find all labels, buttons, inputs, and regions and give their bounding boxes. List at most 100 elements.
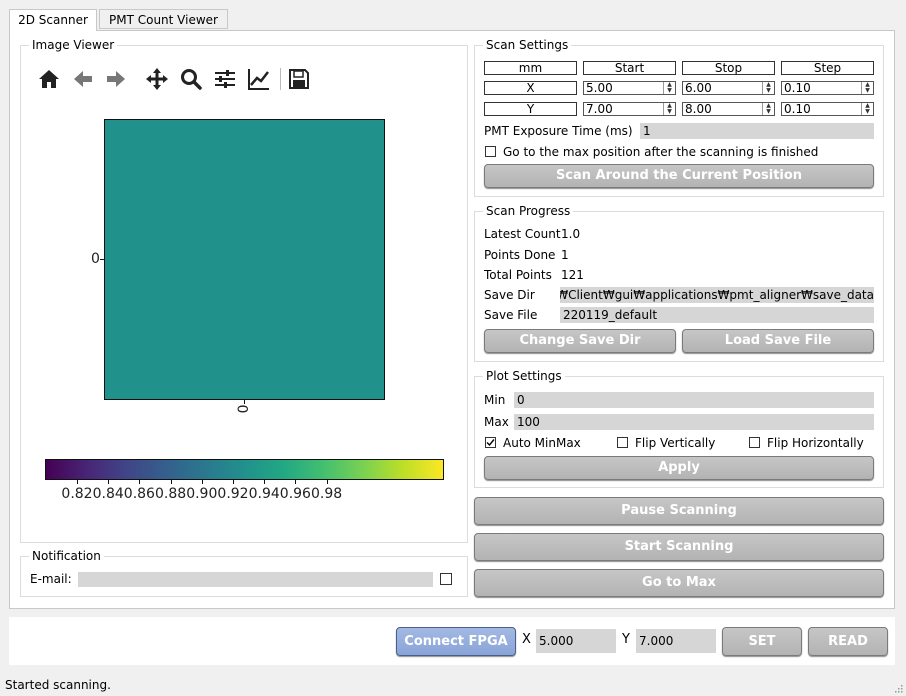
x-start-value: 5.00 [586, 81, 613, 95]
header-mm: mm [484, 61, 577, 75]
y-start-spinbox[interactable]: 7.00 ▲ ▼ [583, 102, 676, 116]
colorbar-tick-label: 0.82 [61, 486, 93, 502]
pan-icon[interactable] [144, 66, 170, 92]
colorbar-tick-label: 0.94 [248, 486, 280, 502]
email-input[interactable] [78, 572, 433, 587]
min-input[interactable]: 0 [514, 392, 874, 408]
x-tick-label: 0 [233, 404, 250, 414]
start-scanning-button[interactable]: Start Scanning [474, 533, 884, 561]
y-start-value: 7.00 [586, 102, 613, 116]
save-dir-value: ver₩Client₩gui₩applications₩pmt_aligner₩… [560, 288, 874, 302]
colorbar-tick-label: 0.84 [92, 486, 124, 502]
edit-axis-icon[interactable] [246, 66, 272, 92]
tab-2d-scanner[interactable]: 2D Scanner [9, 9, 97, 31]
connect-fpga-button[interactable]: Connect FPGA [396, 627, 516, 656]
colorbar-tick-mark [233, 480, 234, 484]
home-icon[interactable] [36, 66, 62, 92]
save-file-label: Save File [484, 308, 538, 322]
save-icon[interactable] [286, 66, 312, 92]
colorbar-tick-mark [264, 480, 266, 484]
x-start-spinbox[interactable]: 5.00 ▲ ▼ [583, 81, 676, 95]
colorbar-tick-mark [326, 480, 328, 484]
y-position-input[interactable]: 7.000 [636, 629, 716, 653]
pause-scanning-button[interactable]: Pause Scanning [474, 497, 884, 525]
y-stop-spinbox[interactable]: 8.00 ▲ ▼ [682, 102, 775, 116]
tab-label: 2D Scanner [18, 13, 88, 27]
checkmark-icon [486, 439, 495, 447]
colorbar-tick-label: 0.90 [186, 486, 218, 502]
points-done-value: 1 [561, 248, 569, 262]
scan-settings-title: Scan Settings [483, 38, 572, 52]
goto-max-label: Go to the max position after the scannin… [503, 145, 819, 159]
y-tick-mark [100, 259, 104, 260]
y-step-value: 0.10 [784, 102, 811, 116]
spin-arrows-icon[interactable]: ▲ ▼ [762, 82, 774, 94]
scan-around-button[interactable]: Scan Around the Current Position [484, 164, 874, 188]
auto-minmax-label: Auto MinMax [503, 436, 581, 450]
x-stop-spinbox[interactable]: 6.00 ▲ ▼ [682, 81, 775, 95]
colorbar [45, 459, 444, 480]
colorbar-tick-mark [77, 480, 78, 484]
read-button[interactable]: READ [808, 627, 888, 656]
plot-settings-title: Plot Settings [483, 369, 565, 383]
colorbar-tick-mark [295, 480, 297, 484]
colorbar-tick-label: 0.96 [279, 486, 311, 502]
colorbar-tick-mark [201, 480, 203, 484]
resize-grip-icon[interactable] [893, 682, 903, 693]
max-input[interactable]: 100 [514, 414, 874, 430]
colorbar-tick-label: 0.92 [217, 486, 249, 502]
configure-subplots-icon[interactable] [212, 66, 238, 92]
colorbar-tick-mark [108, 480, 110, 484]
email-enable-checkbox[interactable] [440, 573, 452, 585]
email-label: E-mail: [30, 572, 72, 586]
colorbar-tick-label: 0.86 [123, 486, 155, 502]
max-label: Max [484, 415, 509, 429]
zoom-icon[interactable] [178, 66, 204, 92]
exposure-input[interactable]: 1 [640, 123, 874, 139]
points-done-label: Points Done [484, 248, 556, 262]
status-text: Started scanning. [5, 678, 111, 692]
y-position-label: Y [622, 632, 630, 647]
spin-arrows-icon[interactable]: ▲ ▼ [861, 82, 873, 94]
x-tick-mark [244, 400, 245, 404]
flip-vertically-checkbox[interactable] [617, 437, 628, 448]
tab-label: PMT Count Viewer [109, 13, 218, 27]
spin-arrows-icon[interactable]: ▲ ▼ [663, 82, 675, 94]
y-step-spinbox[interactable]: 0.10 ▲ ▼ [781, 102, 874, 116]
x-position-label: X [522, 632, 531, 647]
flip-horizontally-checkbox[interactable] [749, 437, 760, 448]
scan-image[interactable] [104, 119, 385, 400]
latest-count-value: 1.0 [561, 227, 581, 241]
y-stop-value: 8.00 [685, 102, 712, 116]
min-label: Min [484, 393, 506, 407]
apply-button[interactable]: Apply [484, 456, 874, 480]
header-stop: Stop [682, 61, 775, 75]
total-points-label: Total Points [484, 268, 552, 282]
forward-arrow-icon[interactable] [103, 66, 129, 92]
save-file-input[interactable]: 220119_default [560, 307, 874, 323]
change-save-dir-button[interactable]: Change Save Dir [484, 329, 676, 353]
x-position-input[interactable]: 5.000 [536, 629, 616, 653]
colorbar-tick-label: 0.98 [311, 486, 343, 502]
latest-count-label: Latest Count [484, 227, 561, 241]
spin-arrows-icon[interactable]: ▲ ▼ [663, 103, 675, 115]
flip-horizontally-label: Flip Horizontally [767, 436, 864, 450]
axis-x-label: X [484, 81, 577, 95]
tab-pmt-count-viewer[interactable]: PMT Count Viewer [99, 9, 228, 29]
goto-max-checkbox[interactable] [485, 146, 496, 157]
spin-arrows-icon[interactable]: ▲ ▼ [861, 103, 873, 115]
auto-minmax-checkbox[interactable] [485, 437, 496, 448]
colorbar-tick-mark [139, 480, 141, 484]
go-to-max-button[interactable]: Go to Max [474, 569, 884, 597]
load-save-file-button[interactable]: Load Save File [682, 329, 874, 353]
back-arrow-icon[interactable] [70, 66, 96, 92]
image-viewer-title: Image Viewer [29, 38, 118, 52]
axis-y-label: Y [484, 102, 577, 116]
x-step-spinbox[interactable]: 0.10 ▲ ▼ [781, 81, 874, 95]
colorbar-tick-mark [170, 480, 172, 484]
spin-arrows-icon[interactable]: ▲ ▼ [762, 103, 774, 115]
total-points-value: 121 [561, 268, 584, 282]
x-stop-value: 6.00 [685, 81, 712, 95]
set-button[interactable]: SET [722, 627, 802, 656]
colorbar-tick-label: 0.88 [155, 486, 187, 502]
